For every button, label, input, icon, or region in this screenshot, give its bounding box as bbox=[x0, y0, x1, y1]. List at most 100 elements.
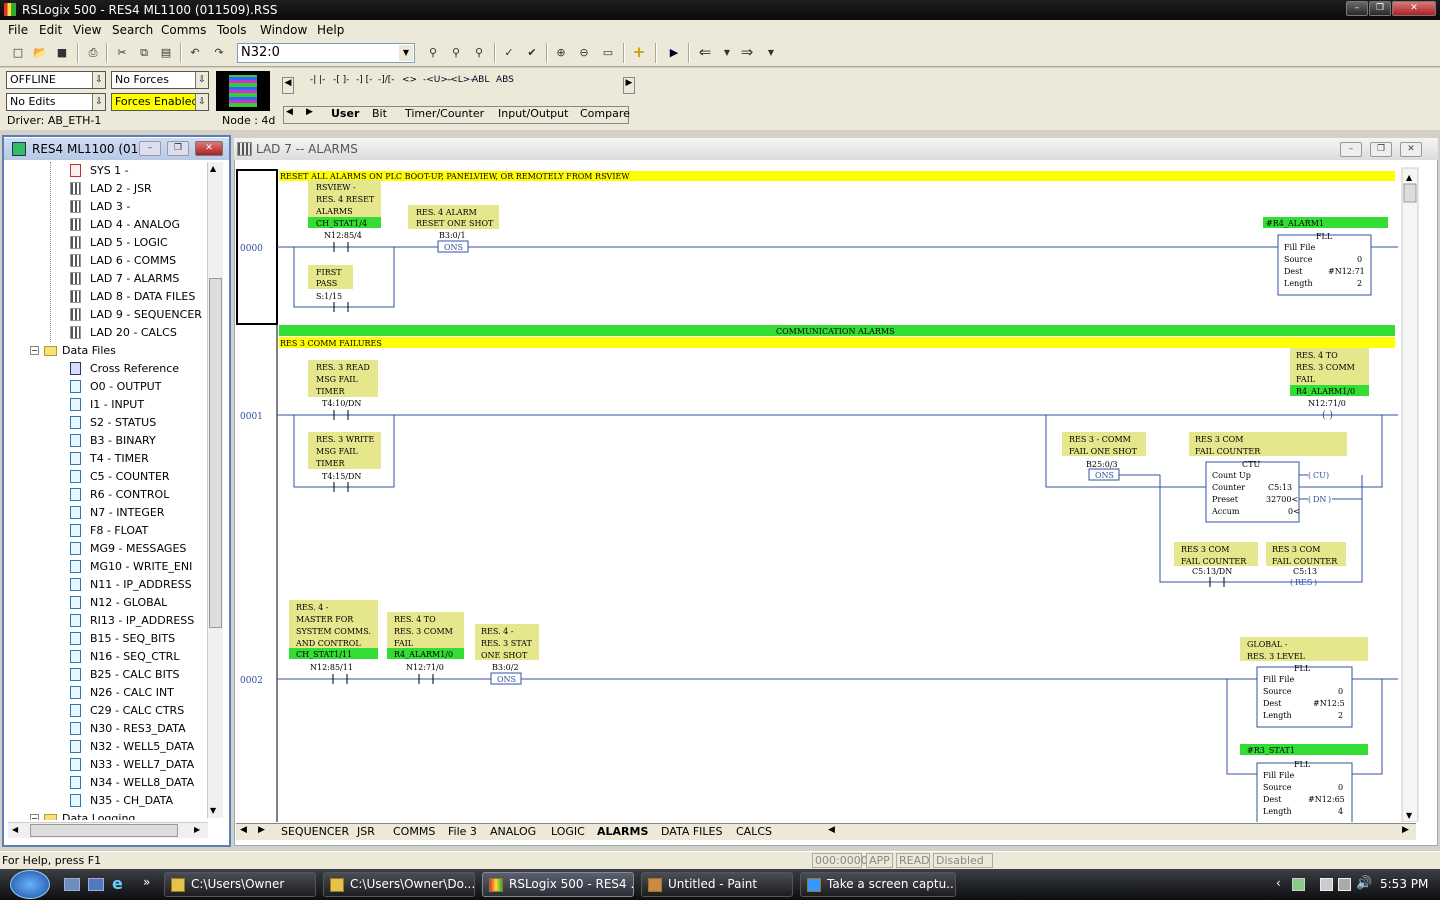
palette-xio2[interactable]: -]/[- bbox=[378, 75, 395, 99]
file-tab-logic[interactable]: LOGIC bbox=[551, 825, 585, 838]
task-browser[interactable]: Take a screen captu... bbox=[800, 872, 956, 897]
tab-compare[interactable]: Compare bbox=[580, 107, 630, 120]
menu-file[interactable]: File bbox=[8, 23, 28, 37]
tab-scroll-left-icon[interactable]: ◀ bbox=[286, 107, 293, 117]
chevron-down-icon[interactable]: ⇩ bbox=[92, 94, 105, 110]
tree-vscrollbar[interactable]: ▲ ▼ bbox=[207, 162, 223, 818]
start-button[interactable] bbox=[10, 870, 50, 899]
panel-restore-button[interactable]: ❐ bbox=[167, 141, 189, 156]
task-paint[interactable]: Untitled - Paint bbox=[641, 872, 793, 897]
panel-close-button[interactable]: ✕ bbox=[195, 141, 223, 156]
file-tab-sequencer[interactable]: SEQUENCER bbox=[281, 825, 349, 838]
file-tab-data-files[interactable]: DATA FILES bbox=[661, 825, 722, 838]
menu-window[interactable]: Window bbox=[260, 23, 307, 37]
add-rung-icon[interactable]: + bbox=[630, 44, 648, 61]
tab-first-icon[interactable]: ◀ bbox=[240, 825, 247, 835]
find-icon[interactable]: ⚲ bbox=[424, 44, 442, 61]
undo-icon[interactable]: ↶ bbox=[186, 44, 204, 61]
restore-button[interactable]: ❐ bbox=[1369, 1, 1391, 16]
tab-bit[interactable]: Bit bbox=[372, 107, 387, 120]
switch-windows-icon[interactable] bbox=[88, 878, 104, 891]
new-file-icon[interactable]: □ bbox=[9, 44, 27, 61]
tray-app-icon[interactable] bbox=[1292, 878, 1305, 891]
window-icon[interactable]: ▭ bbox=[599, 44, 617, 61]
chevron-down-icon[interactable]: ⇩ bbox=[195, 72, 208, 88]
ladder-scroll-up-icon[interactable]: ▲ bbox=[1406, 173, 1413, 182]
save-icon[interactable]: ■ bbox=[53, 44, 71, 61]
find-next-icon[interactable]: ⚲ bbox=[447, 44, 465, 61]
forces-combo[interactable]: No Forces ⇩ bbox=[111, 71, 209, 89]
chevron-down-icon[interactable]: ⇩ bbox=[92, 72, 105, 88]
palette-right-icon[interactable]: ▶ bbox=[623, 77, 635, 94]
forces-enabled-combo[interactable]: Forces Enabled ⇩ bbox=[111, 93, 209, 111]
mode-combo[interactable]: OFFLINE ⇩ bbox=[6, 71, 106, 89]
palette-abl[interactable]: ABL bbox=[472, 75, 489, 99]
volume-icon[interactable]: 🔊 bbox=[1356, 876, 1372, 891]
print-icon[interactable]: ⎙ bbox=[84, 44, 102, 61]
rung1-out-coil[interactable]: ( ) bbox=[1322, 410, 1333, 421]
menu-view[interactable]: View bbox=[73, 23, 101, 37]
task-explorer-owner[interactable]: C:\Users\Owner bbox=[164, 872, 316, 897]
file-tab-analog[interactable]: ANALOG bbox=[490, 825, 536, 838]
show-desktop-icon[interactable] bbox=[64, 878, 80, 891]
file-tab-calcs[interactable]: CALCS bbox=[736, 825, 772, 838]
menu-search[interactable]: Search bbox=[112, 23, 153, 37]
palette-xic[interactable]: -| |- bbox=[310, 75, 325, 99]
tray-expand-icon[interactable]: ‹ bbox=[1276, 876, 1281, 890]
redo-icon[interactable]: ↷ bbox=[210, 44, 228, 61]
palette-otl[interactable]: -<L>- bbox=[447, 75, 474, 99]
ladder-restore-button[interactable]: ❐ bbox=[1370, 142, 1392, 157]
tab-scroll-right-icon[interactable]: ▶ bbox=[306, 107, 313, 117]
palette-ote[interactable]: -[ ]- bbox=[333, 75, 349, 99]
close-button[interactable]: ✕ bbox=[1392, 1, 1436, 16]
task-explorer-docs[interactable]: C:\Users\Owner\Do... bbox=[323, 872, 475, 897]
forward-arrow-icon[interactable]: ⇒ bbox=[738, 44, 756, 61]
hscroll-right-icon[interactable]: ▶ bbox=[1402, 825, 1409, 835]
ladder-scroll-thumb[interactable] bbox=[1403, 183, 1417, 203]
clock[interactable]: 5:53 PM bbox=[1380, 877, 1428, 891]
zoom-out-icon[interactable]: ⊖ bbox=[575, 44, 593, 61]
chevron-down-icon[interactable]: ⇩ bbox=[195, 94, 208, 110]
quicklaunch-more-icon[interactable]: » bbox=[143, 875, 150, 889]
cut-icon[interactable]: ✂ bbox=[113, 44, 131, 61]
menu-help[interactable]: Help bbox=[317, 23, 344, 37]
scroll-down-icon[interactable]: ▼ bbox=[210, 806, 216, 815]
run-icon[interactable]: ▶ bbox=[665, 44, 683, 61]
file-tab-jsr[interactable]: JSR bbox=[357, 825, 375, 838]
chevron-down-icon[interactable]: ▼ bbox=[399, 45, 413, 61]
copy-icon[interactable]: ⧉ bbox=[135, 44, 153, 61]
back-arrow-icon[interactable]: ⇐ bbox=[696, 44, 714, 61]
file-tab-comms[interactable]: COMMS bbox=[393, 825, 435, 838]
ladder-scroll-down-icon[interactable]: ▼ bbox=[1406, 811, 1413, 820]
back-dropdown-icon[interactable]: ▼ bbox=[718, 44, 736, 61]
menu-comms[interactable]: Comms bbox=[161, 23, 206, 37]
verify-file-icon[interactable]: ✓ bbox=[500, 44, 518, 61]
hscroll-left-icon[interactable]: ◀ bbox=[828, 825, 835, 835]
palette-abs[interactable]: ABS bbox=[496, 75, 514, 99]
tab-timer-counter[interactable]: Timer/Counter bbox=[405, 107, 484, 120]
task-rslogix[interactable]: RSLogix 500 - RES4 ... bbox=[482, 872, 634, 897]
palette-left-icon[interactable]: ◀ bbox=[282, 77, 294, 94]
zoom-in-icon[interactable]: ⊕ bbox=[552, 44, 570, 61]
file-tab-alarms[interactable]: ALARMS bbox=[597, 825, 648, 838]
tree-hscroll-thumb[interactable] bbox=[30, 824, 178, 837]
verify-project-icon[interactable]: ✔ bbox=[523, 44, 541, 61]
replace-icon[interactable]: ⚲ bbox=[470, 44, 488, 61]
paste-icon[interactable]: ▤ bbox=[157, 44, 175, 61]
ie-icon[interactable]: e bbox=[112, 874, 123, 893]
palette-xio[interactable]: -] [- bbox=[356, 75, 372, 99]
tab-next-icon[interactable]: ▶ bbox=[258, 825, 265, 835]
ladder-minimize-button[interactable]: – bbox=[1340, 142, 1362, 157]
scroll-up-icon[interactable]: ▲ bbox=[210, 164, 216, 173]
palette-neq[interactable]: <> bbox=[402, 75, 417, 99]
scroll-right-icon[interactable]: ▶ bbox=[194, 825, 200, 834]
forward-dropdown-icon[interactable]: ▼ bbox=[762, 44, 780, 61]
menu-tools[interactable]: Tools bbox=[217, 23, 247, 37]
file-tab-file3[interactable]: File 3 bbox=[448, 825, 477, 838]
address-combo[interactable]: N32:0 ▼ bbox=[237, 43, 415, 63]
rung1-res-text[interactable]: RES bbox=[1295, 578, 1312, 587]
panel-minimize-button[interactable]: – bbox=[139, 141, 161, 156]
collapse-icon[interactable]: − bbox=[30, 346, 39, 355]
tab-input-output[interactable]: Input/Output bbox=[498, 107, 568, 120]
tray-display-icon[interactable] bbox=[1338, 878, 1351, 891]
